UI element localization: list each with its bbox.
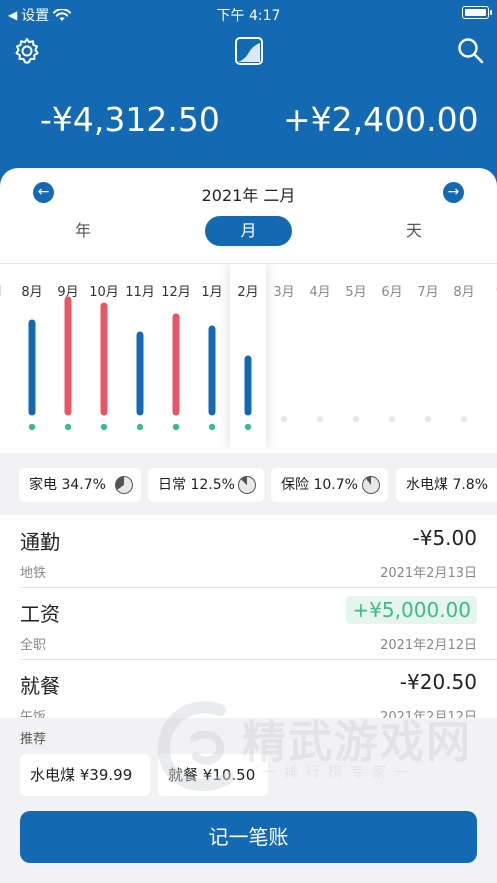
category-chip-bar[interactable]: 家电 34.7% 日常 12.5% 保险 10.7% 水电煤 7.8%: [0, 453, 497, 515]
empty-month-dot: [389, 416, 395, 422]
search-icon[interactable]: [456, 36, 486, 66]
tab-year[interactable]: 年: [58, 216, 108, 246]
transaction-sub: 全职: [20, 638, 47, 653]
month-nav: ← 2021年 二月 →: [0, 180, 497, 205]
period-segmented-control: 年 月 天: [0, 216, 497, 246]
tab-day[interactable]: 天: [389, 216, 439, 246]
category-chip-label: 水电煤 7.8%: [406, 477, 489, 493]
empty-month-dot: [461, 416, 467, 422]
gear-icon[interactable]: [12, 36, 42, 66]
transaction-date: 2021年2月12日: [380, 638, 477, 653]
income-dot: [208, 423, 216, 431]
monthly-chart[interactable]: 月8月9月10月11月12月1月2月3月4月5月6月7月8月9: [0, 263, 497, 448]
arrow-right-icon[interactable]: →: [443, 182, 464, 203]
tab-month[interactable]: 月: [205, 216, 292, 246]
chart-icon[interactable]: [234, 36, 264, 66]
monthly-chart-svg: 月8月9月10月11月12月1月2月3月4月5月6月7月8月9: [0, 264, 497, 448]
x-tick-label: 8月: [453, 285, 474, 300]
transaction-name: 通勤: [20, 530, 60, 554]
status-bar: ◀ 设置 下午 4:17: [0, 0, 497, 26]
pie-icon: [238, 476, 256, 494]
income-dot: [100, 423, 108, 431]
category-chip[interactable]: 水电煤 7.8%: [396, 468, 497, 502]
transaction-row[interactable]: 通勤 地铁 -¥5.00 2021年2月13日: [20, 516, 497, 588]
bottom-panel: 推荐 水电煤 ¥39.99 就餐 ¥10.50 记一笔账: [0, 718, 497, 883]
pie-icon: [115, 476, 133, 494]
transaction-sub: 地铁: [20, 566, 47, 581]
x-tick-label: 2月: [237, 285, 258, 300]
recommend-chip[interactable]: 就餐 ¥10.50: [158, 754, 268, 796]
category-chip-label: 家电 34.7%: [29, 477, 106, 493]
empty-month-dot: [425, 416, 431, 422]
empty-month-dot: [281, 416, 287, 422]
category-chip[interactable]: 保险 10.7%: [271, 468, 388, 502]
x-tick-label: 12月: [161, 285, 191, 300]
transaction-amount: -¥20.50: [399, 670, 477, 694]
category-chip-label: 日常 12.5%: [158, 477, 235, 493]
income-dot: [244, 423, 252, 431]
x-tick-label: 3月: [273, 285, 294, 300]
transaction-row[interactable]: 工资 全职 +¥5,000.00 2021年2月12日: [20, 588, 497, 660]
category-chip[interactable]: 家电 34.7%: [19, 468, 141, 502]
x-tick-label: 7月: [417, 285, 438, 300]
expense-total: -¥4,312.50: [40, 100, 220, 139]
empty-month-dot: [317, 416, 323, 422]
battery-icon: [462, 6, 492, 19]
x-tick-label: 10月: [89, 285, 119, 300]
transaction-amount: -¥5.00: [412, 526, 477, 550]
x-tick-label: 1月: [201, 285, 222, 300]
x-tick-label: 6月: [381, 285, 402, 300]
recommend-label: 推荐: [20, 732, 47, 747]
x-tick-label: 月: [0, 285, 3, 300]
month-title: 2021年 二月: [201, 186, 296, 205]
category-chip[interactable]: 日常 12.5%: [148, 468, 264, 502]
empty-month-dot: [353, 416, 359, 422]
x-tick-label: 8月: [21, 285, 42, 300]
pie-icon: [362, 476, 380, 494]
transaction-name: 就餐: [20, 674, 60, 698]
x-tick-label: 11月: [125, 285, 155, 300]
transaction-amount: +¥5,000.00: [346, 596, 477, 624]
transaction-name: 工资: [20, 602, 60, 626]
category-chip-label: 保险 10.7%: [281, 477, 358, 493]
status-time: 下午 4:17: [216, 8, 281, 24]
recommend-chip[interactable]: 水电煤 ¥39.99: [20, 754, 150, 796]
income-dot: [64, 423, 72, 431]
x-tick-label: 5月: [345, 285, 366, 300]
income-dot: [136, 423, 144, 431]
transaction-date: 2021年2月13日: [380, 566, 477, 581]
income-total: +¥2,400.00: [283, 100, 479, 139]
income-dot: [172, 423, 180, 431]
add-record-button[interactable]: 记一笔账: [20, 811, 477, 863]
x-tick-label: 4月: [309, 285, 330, 300]
income-dot: [28, 423, 36, 431]
